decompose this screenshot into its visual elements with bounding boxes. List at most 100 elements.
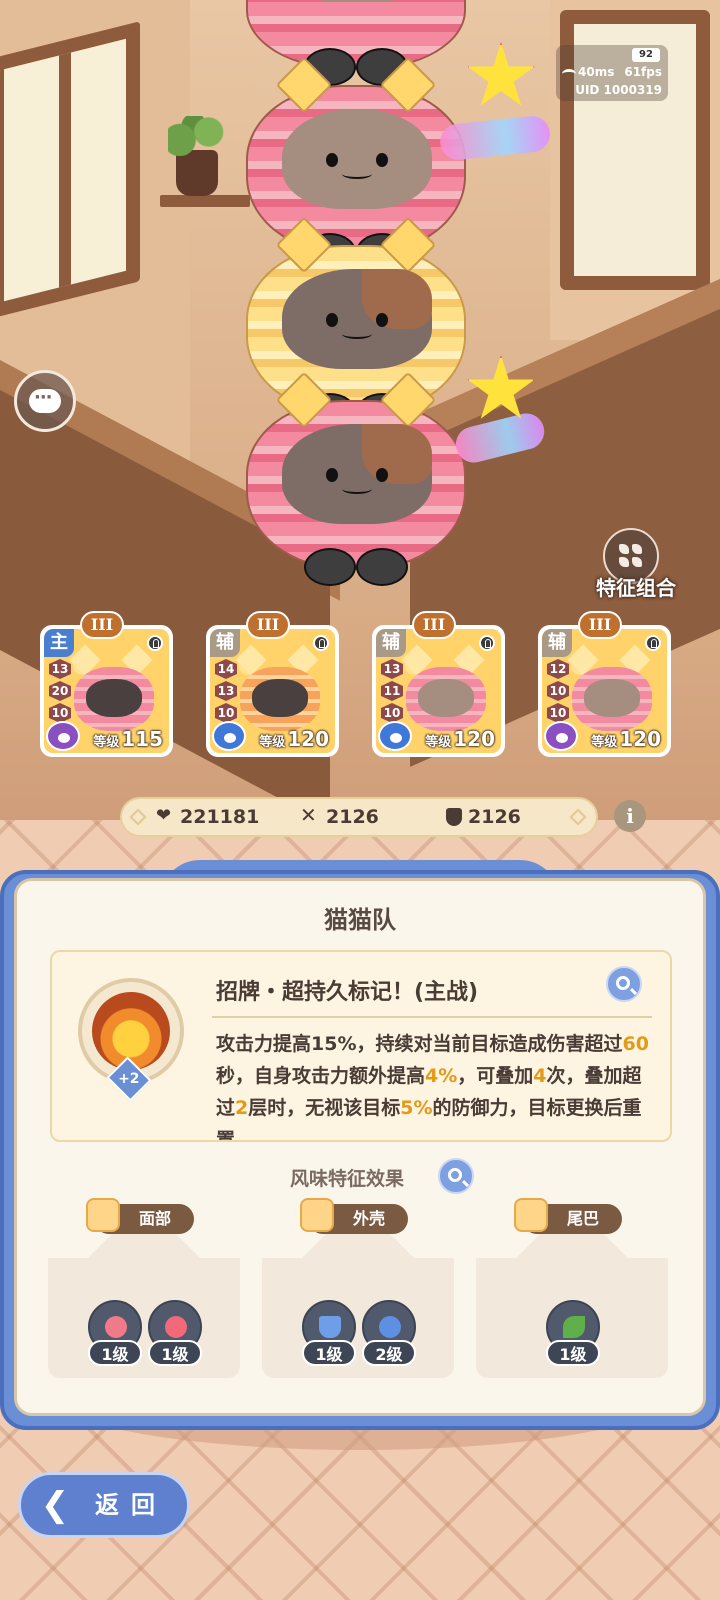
- clover-icon: [619, 544, 643, 568]
- trait-level: 1级: [88, 1340, 142, 1366]
- lock-icon[interactable]: [313, 635, 329, 651]
- trait-badge[interactable]: 1级: [546, 1300, 600, 1370]
- level-label: 等级: [93, 735, 120, 750]
- user-id: UID 1000319: [575, 83, 662, 97]
- attack-value: 2126: [326, 806, 379, 828]
- level-pill: 等级 115: [89, 727, 167, 751]
- skill-description[interactable]: 攻击力提高15%，持续对当前目标造成伤害超过60 秒，自身攻击力额外提高4%，可叠…: [216, 1028, 656, 1140]
- trait-card-face[interactable]: 面部 1级 1级: [48, 1198, 240, 1378]
- stat-pip: 13: [381, 659, 403, 679]
- back-button[interactable]: ❮ 返回: [18, 1472, 190, 1538]
- trait-combo-button[interactable]: 特征组合: [586, 528, 686, 600]
- trait-badge[interactable]: 2级: [362, 1300, 416, 1370]
- leaf-icon: [563, 1316, 585, 1338]
- cat-face: [252, 679, 308, 717]
- wifi-icon: [562, 69, 576, 79]
- cat-face: [86, 679, 142, 717]
- role-badge: 辅: [376, 629, 406, 657]
- level-value: 115: [121, 727, 163, 751]
- trait-card-shell[interactable]: 外壳 1级 2级: [262, 1198, 454, 1378]
- desc-highlight: 2: [235, 1097, 249, 1119]
- lock-icon[interactable]: [147, 635, 163, 651]
- team-card-main[interactable]: 主 13 20 10 等级 115 III: [40, 611, 173, 757]
- diamond-ornament: [569, 808, 587, 826]
- stat-pips: 14 13 10: [215, 659, 237, 725]
- trait-combo-label: 特征组合: [596, 576, 676, 600]
- desc-text: 攻击力提高15%，持续对当前目标造成伤害超过: [216, 1033, 623, 1055]
- cat-portrait: [406, 667, 486, 731]
- trait-badge[interactable]: 1级: [302, 1300, 356, 1370]
- skill-plus-text: +2: [118, 1070, 140, 1087]
- stat-pip: 10: [547, 681, 569, 701]
- skill-zoom-button[interactable]: [606, 966, 642, 1002]
- flame-cat-skill-icon: [92, 992, 170, 1070]
- tier-tag: III: [412, 611, 456, 639]
- chat-bubble-icon: [29, 387, 61, 413]
- card-portrait: 主 13 20 10 等级 115: [44, 629, 169, 753]
- desc-highlight: 4: [533, 1065, 547, 1087]
- flavor-zoom-button[interactable]: [438, 1158, 474, 1194]
- trait-level: 1级: [546, 1340, 600, 1366]
- back-arrow-icon: ❮: [40, 1485, 70, 1525]
- skill-box: +2 招牌・超持久标记！(主战) 攻击力提高15%，持续对当前目标造成伤害超过6…: [50, 950, 672, 1142]
- team-stats-bar: 221181 2126 2126: [120, 797, 598, 837]
- battery-indicator: 92: [632, 48, 660, 62]
- level-label: 等级: [591, 735, 618, 750]
- lock-icon[interactable]: [479, 635, 495, 651]
- tail-icon: [514, 1198, 548, 1232]
- shield-star-icon: [319, 1316, 341, 1338]
- desc-text: ，可叠加: [457, 1065, 534, 1087]
- cat-eye: [376, 313, 388, 327]
- lock-icon[interactable]: [645, 635, 661, 651]
- flavor-traits-title: 风味特征效果: [290, 1168, 405, 1190]
- desc-highlight: 4%: [425, 1065, 458, 1087]
- info-button[interactable]: i: [614, 800, 646, 832]
- skill-divider: [212, 1016, 652, 1018]
- cat-mouth: [342, 169, 372, 179]
- face-patch: [362, 424, 432, 484]
- card-portrait: 辅 13 11 10 等级 120: [376, 629, 501, 753]
- cat-eye: [376, 153, 388, 167]
- team-card-support[interactable]: 辅 12 10 10 等级 120 III: [538, 611, 671, 757]
- trait-badge[interactable]: 1级: [88, 1300, 142, 1370]
- trait-card-tail[interactable]: 尾巴 1级: [476, 1198, 668, 1378]
- stat-pip: 10: [49, 703, 71, 723]
- desc-highlight: 5%: [400, 1097, 433, 1119]
- desc-text: 秒，自身攻击力额外提高: [216, 1065, 426, 1087]
- magnifier-icon: [616, 976, 630, 990]
- panel-title: 猫猫队: [324, 906, 396, 934]
- level-label: 等级: [425, 735, 452, 750]
- cat-portrait: [74, 667, 154, 731]
- paw-icon: [378, 721, 412, 751]
- skill-icon-frame[interactable]: +2: [78, 978, 184, 1102]
- level-value: 120: [619, 727, 661, 751]
- stat-pip: 10: [381, 703, 403, 723]
- cat-face-icon: [86, 1198, 120, 1232]
- tier-tag: III: [80, 611, 124, 639]
- stat-pip: 10: [547, 703, 569, 723]
- left-window: [0, 21, 140, 319]
- team-card-support[interactable]: 辅 13 11 10 等级 120 III: [372, 611, 505, 757]
- ping-readout: 40ms: [578, 65, 615, 79]
- fps-readout: 61fps: [624, 65, 662, 79]
- desc-text: 层时，无视该目标: [248, 1097, 401, 1119]
- team-card-support[interactable]: 辅 14 13 10 等级 120 III: [206, 611, 339, 757]
- hp-value: 221181: [180, 806, 260, 828]
- defense-value: 2126: [468, 806, 521, 828]
- cat-face: [418, 679, 474, 717]
- stat-pips: 13 11 10: [381, 659, 403, 725]
- trait-badge[interactable]: 1级: [148, 1300, 202, 1370]
- hp-stat: 221181: [156, 805, 260, 828]
- cat-ears: [275, 56, 438, 114]
- chat-button[interactable]: [14, 370, 76, 432]
- stat-pip: 14: [215, 659, 237, 679]
- cat-eye: [326, 153, 338, 167]
- back-button-label: 返回: [95, 1491, 167, 1519]
- cat-face: [282, 424, 432, 524]
- cat-mouth: [342, 329, 372, 339]
- diamond-ornament: [129, 808, 147, 826]
- cat-portrait: [572, 667, 652, 731]
- cat-eye: [326, 468, 338, 482]
- shield-icon: [446, 808, 462, 826]
- stat-pip: 13: [215, 681, 237, 701]
